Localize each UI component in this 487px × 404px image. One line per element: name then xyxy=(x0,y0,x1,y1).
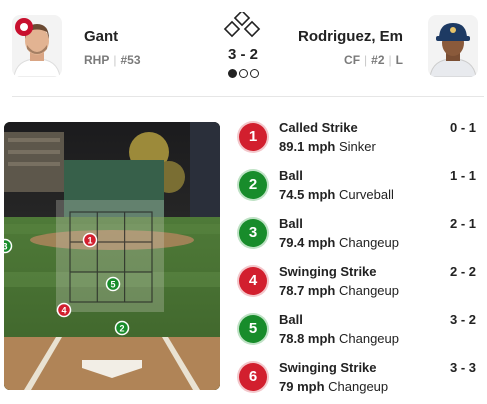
batter-position: CF xyxy=(344,53,361,67)
batter-name[interactable]: Rodriguez, Em xyxy=(298,28,403,45)
pitch-type: Sinker xyxy=(338,139,376,154)
pitcher-number: #53 xyxy=(120,53,141,67)
pitch-count: 3 - 2 xyxy=(449,312,476,327)
pitch-count: 1 - 1 xyxy=(449,168,476,183)
pitch-speed: 89.1 mph xyxy=(279,139,336,154)
pitch-speed: 74.5 mph xyxy=(279,187,336,202)
pitch-result: Swinging Strike xyxy=(279,264,377,279)
pitch-location-field: 1 2 3 4 5 xyxy=(4,122,220,390)
pitch-detail: 74.5 mph Curveball xyxy=(279,187,394,202)
pitch-row[interactable]: 4 Swinging Strike 78.7 mph Changeup 2 - … xyxy=(236,262,484,306)
pitch-count: 2 - 1 xyxy=(449,216,476,231)
pitch-marker[interactable]: 2 xyxy=(114,320,130,336)
pitcher-meta: RHP | #53 xyxy=(84,53,141,67)
batter-headshot-icon[interactable] xyxy=(428,15,478,77)
matchup-header: Gant RHP | #53 3 - 2 Rodriguez, Em CF | #2 | L xyxy=(0,0,487,96)
pitch-result: Called Strike xyxy=(279,120,358,135)
pitch-result: Swinging Strike xyxy=(279,360,377,375)
pitch-row[interactable]: 3 Ball 79.4 mph Changeup 2 - 1 xyxy=(236,214,484,258)
pitch-type: Changeup xyxy=(328,379,389,394)
pitch-detail: 78.8 mph Changeup xyxy=(279,331,399,346)
pitch-type: Changeup xyxy=(338,235,399,250)
pitch-speed: 78.8 mph xyxy=(279,331,336,346)
pitch-number-badge: 4 xyxy=(239,267,267,295)
pitch-marker[interactable]: 1 xyxy=(82,232,98,248)
pitch-type: Changeup xyxy=(338,283,399,298)
pitch-number-badge: 6 xyxy=(239,363,267,391)
count-indicator: 3 - 2 xyxy=(207,12,279,83)
pitch-row[interactable]: 6 Swinging Strike 79 mph Changeup 3 - 3 xyxy=(236,358,484,402)
pitch-row[interactable]: 1 Called Strike 89.1 mph Sinker 0 - 1 xyxy=(236,118,484,162)
pitch-detail: 79 mph Changeup xyxy=(279,379,388,394)
pitcher-headshot-icon[interactable] xyxy=(12,15,62,77)
pitch-number-badge: 3 xyxy=(239,219,267,247)
pitch-row[interactable]: 5 Ball 78.8 mph Changeup 3 - 2 xyxy=(236,310,484,354)
pitcher-name[interactable]: Gant xyxy=(84,28,118,45)
pitch-detail: 78.7 mph Changeup xyxy=(279,283,399,298)
svg-text:1: 1 xyxy=(87,235,92,245)
pitch-result: Ball xyxy=(279,168,303,183)
ball-strike-count: 3 - 2 xyxy=(227,46,258,63)
pitch-speed: 78.7 mph xyxy=(279,283,336,298)
pitch-type: Curveball xyxy=(338,187,394,202)
out-dot-filled-icon xyxy=(227,69,237,78)
pitch-result: Ball xyxy=(279,216,303,231)
svg-text:4: 4 xyxy=(61,305,66,315)
header-divider xyxy=(12,96,484,97)
pitch-number-badge: 2 xyxy=(239,171,267,199)
pitch-marker[interactable]: 5 xyxy=(105,276,121,292)
pitch-number-badge: 1 xyxy=(239,123,267,151)
pitch-number-badge: 5 xyxy=(239,315,267,343)
pitch-detail: 89.1 mph Sinker xyxy=(279,139,376,154)
separator: | xyxy=(388,53,392,67)
outs-indicator xyxy=(207,65,279,83)
svg-text:5: 5 xyxy=(110,279,115,289)
pitch-speed: 79.4 mph xyxy=(279,235,336,250)
pitch-result: Ball xyxy=(279,312,303,327)
pitch-row[interactable]: 2 Ball 74.5 mph Curveball 1 - 1 xyxy=(236,166,484,210)
pitch-marker[interactable]: 4 xyxy=(56,302,72,318)
pitcher-position: RHP xyxy=(84,53,110,67)
svg-text:3: 3 xyxy=(4,241,8,251)
out-dot-empty-icon xyxy=(249,69,259,78)
batter-number: #2 xyxy=(371,53,385,67)
pitch-speed: 79 mph xyxy=(279,379,325,394)
pitch-marker[interactable]: 3 xyxy=(4,238,13,254)
bases-diamond-icon xyxy=(223,12,261,38)
svg-text:2: 2 xyxy=(119,323,124,333)
separator: | xyxy=(113,53,117,67)
pitch-count: 2 - 2 xyxy=(449,264,476,279)
pitch-detail: 79.4 mph Changeup xyxy=(279,235,399,250)
out-dot-empty-icon xyxy=(238,69,248,78)
pitch-count: 0 - 1 xyxy=(449,120,476,135)
batter-bats: L xyxy=(395,53,403,67)
pitch-type: Changeup xyxy=(338,331,399,346)
separator: | xyxy=(364,53,368,67)
batter-meta: CF | #2 | L xyxy=(344,53,403,67)
pitch-count: 3 - 3 xyxy=(449,360,476,375)
